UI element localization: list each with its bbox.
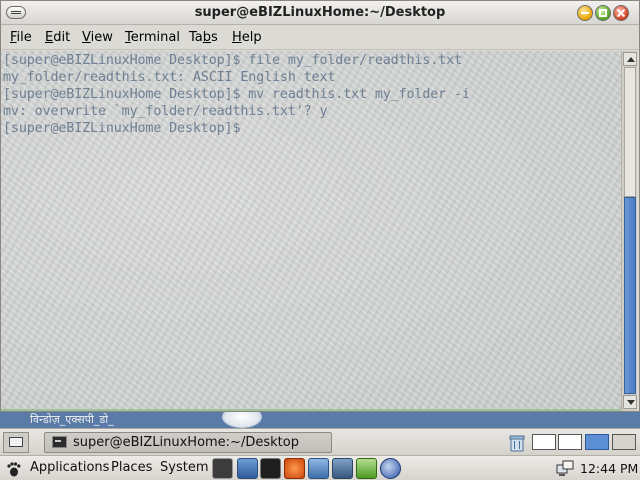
menu-bar: File Edit View Terminal Tabs Help [1, 26, 639, 50]
gnome-foot-icon[interactable] [6, 461, 22, 477]
display-launcher-icon[interactable] [237, 458, 258, 479]
applications-menu[interactable]: Applications [30, 460, 109, 475]
network-icon[interactable] [556, 459, 575, 478]
console-launcher-icon[interactable] [260, 458, 281, 479]
vertical-scrollbar[interactable] [621, 51, 637, 411]
terminal-output[interactable]: [super@eBIZLinuxHome Desktop]$ file my_f… [1, 51, 621, 411]
browser-launcher-icon[interactable] [380, 458, 401, 479]
show-desktop-icon [9, 437, 23, 447]
window-title: super@eBIZLinuxHome:~/Desktop [194, 5, 446, 20]
panel-clock[interactable]: 12:44 PM [580, 461, 638, 476]
wallpaper-glow [222, 412, 262, 428]
terminal-line: [super@eBIZLinuxHome Desktop]$ file my_f… [3, 53, 462, 68]
menu-help[interactable]: Help [232, 30, 262, 45]
taskbar-window-button[interactable]: super@eBIZLinuxHome:~/Desktop [44, 432, 332, 453]
maximize-button[interactable] [595, 5, 611, 21]
workspace-2[interactable] [558, 434, 582, 450]
workspace-1[interactable] [532, 434, 556, 450]
calc-launcher-icon[interactable] [356, 458, 377, 479]
workspace-4[interactable] [612, 434, 636, 450]
taskbar-window-label: super@eBIZLinuxHome:~/Desktop [73, 435, 299, 450]
spreadsheet-launcher-icon[interactable] [332, 458, 353, 479]
arrow-up-icon [627, 57, 635, 62]
trash-icon[interactable] [508, 433, 526, 452]
menu-terminal[interactable]: Terminal [125, 30, 180, 45]
maximize-icon [599, 9, 607, 17]
menu-tabs[interactable]: Tabs [189, 30, 218, 45]
presentation-launcher-icon[interactable] [308, 458, 329, 479]
terminal-line: mv: overwrite `my_folder/readthis.txt'? … [3, 104, 328, 119]
taskbar-panel: super@eBIZLinuxHome:~/Desktop [0, 428, 640, 455]
main-panel: Applications Places System 12:44 PM [0, 455, 640, 480]
minimize-button[interactable] [577, 5, 593, 21]
terminal-window: super@eBIZLinuxHome:~/Desktop File Edit … [0, 0, 640, 412]
terminal-prompt: [super@eBIZLinuxHome Desktop]$ [3, 121, 241, 136]
minimize-icon [581, 12, 589, 14]
terminal-line: [super@eBIZLinuxHome Desktop]$ mv readth… [3, 87, 470, 102]
arrow-down-icon [627, 400, 635, 405]
terminal-line: my_folder/readthis.txt: ASCII English te… [3, 70, 336, 85]
workspace-3-active[interactable] [585, 434, 609, 450]
places-menu[interactable]: Places [111, 460, 152, 475]
close-button[interactable] [613, 5, 629, 21]
menu-file[interactable]: File [10, 30, 32, 45]
menu-edit[interactable]: Edit [45, 30, 70, 45]
terminal-launcher-icon[interactable] [212, 458, 233, 479]
show-desktop-button[interactable] [3, 432, 29, 453]
scroll-down-button[interactable] [623, 395, 637, 409]
wallpaper-text: विन्डोज़_एक्सपी_डो_ [30, 413, 114, 426]
menu-view[interactable]: View [82, 30, 113, 45]
scroll-up-button[interactable] [623, 52, 637, 66]
office-launcher-icon[interactable] [284, 458, 305, 479]
scroll-track[interactable] [624, 67, 636, 394]
terminal-icon [52, 436, 67, 448]
desktop-background: विन्डोज़_एक्सपी_डो_ [0, 412, 640, 428]
title-bar[interactable]: super@eBIZLinuxHome:~/Desktop [1, 1, 639, 25]
scroll-thumb[interactable] [624, 197, 636, 394]
system-menu[interactable]: System [160, 460, 208, 475]
scroll-track-upper [624, 67, 636, 197]
